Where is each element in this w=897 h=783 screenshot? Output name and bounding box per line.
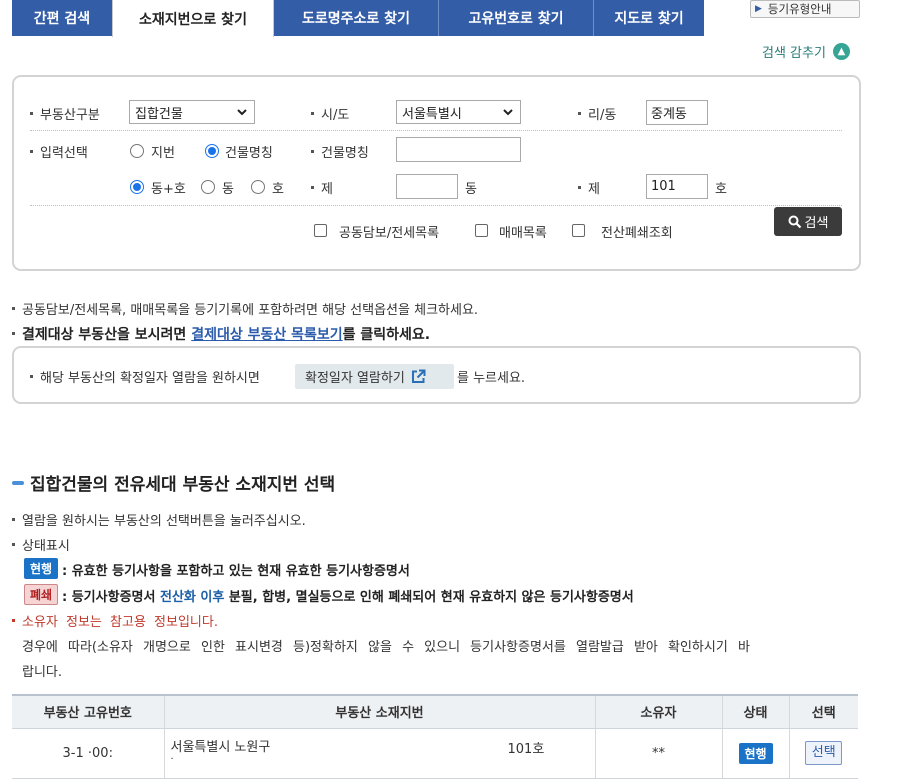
joint-collateral-label: 공동담보/전세목록 [339, 226, 440, 241]
cell-status: 현행 [721, 728, 789, 779]
radio-building-name[interactable] [205, 144, 219, 158]
payment-target-list-link[interactable]: 결제대상 부동산 목록보기 [191, 327, 342, 343]
owner-info-detail-line2: 랍니다. [22, 665, 63, 680]
external-link-icon [411, 369, 426, 383]
header-select: 선택 [788, 694, 858, 729]
header-address: 부동산 소재지번 [163, 694, 595, 729]
status-legend-label: 상태표시 [12, 535, 70, 554]
ho-number-input[interactable]: 101 [646, 174, 708, 199]
dong-suffix: 동 [465, 182, 477, 197]
status-current-description: : 유효한 등기사항을 포함하고 있는 현재 유효한 등기사항증명서 [62, 564, 410, 579]
radio-jibun-label: 지번 [151, 146, 175, 161]
option-note: 공동담보/전세목록, 매매목록을 등기기록에 포함하려면 해당 선택옵션을 체크… [12, 299, 478, 318]
chevron-up-icon: ▲ [832, 43, 850, 60]
radio-building-name-label: 건물명칭 [225, 146, 273, 161]
section-bar-icon [12, 480, 24, 485]
tab-jibun-search[interactable]: 소재지번으로 찾기 [112, 0, 274, 37]
chevron-down-icon [503, 109, 513, 116]
tab-unique-number-search[interactable]: 고유번호로 찾기 [439, 0, 593, 36]
search-button[interactable]: 검색 [774, 207, 842, 236]
property-table: 부동산 고유번호 부동산 소재지번 소유자 상태 선택 3-1 ·00: 서울특… [12, 694, 858, 779]
hide-search-toggle[interactable]: 검색 감추기 ▲ [762, 42, 850, 61]
radio-dong[interactable] [201, 180, 215, 194]
ri-dong-input[interactable]: 중계동 [646, 100, 708, 125]
triangle-right-icon: ▶ [755, 4, 762, 14]
confirmation-date-note: 해당 부동산의 확정일자 열람을 원하시면 [30, 367, 260, 386]
property-type-select[interactable]: 집합건물 [129, 100, 255, 124]
radio-ho[interactable] [251, 180, 265, 194]
header-status: 상태 [721, 694, 789, 729]
cell-owner: ** [594, 728, 722, 779]
building-name-label: 건물명칭 [311, 142, 369, 161]
ho-number-label: 제 [578, 178, 600, 197]
table-header-row: 부동산 고유번호 부동산 소재지번 소유자 상태 선택 [12, 694, 858, 729]
radio-dong-label: 동 [222, 182, 234, 197]
trade-list-checkbox[interactable] [475, 224, 488, 237]
dong-number-label: 제 [311, 178, 333, 197]
building-name-input[interactable] [396, 137, 521, 162]
sido-label: 시/도 [311, 104, 349, 123]
payment-target-note: 결제대상 부동산을 보시려면 결제대상 부동산 목록보기를 클릭하세요. [12, 324, 430, 344]
header-unique-number: 부동산 고유번호 [12, 694, 164, 729]
select-button[interactable]: 선택 [805, 741, 843, 765]
chevron-down-icon [237, 109, 247, 116]
radio-jibun[interactable] [130, 144, 144, 158]
property-type-label: 부동산구분 [30, 104, 100, 123]
owner-info-detail-line1: 경우에 따라(소유자 개명으로 인한 표시변경 등)정확하지 않을 수 있으니 … [22, 640, 750, 655]
tab-map-search[interactable]: 지도로 찾기 [594, 0, 704, 36]
status-badge: 현행 [738, 742, 773, 764]
ri-dong-label: 리/동 [578, 104, 616, 123]
section-title: 집합건물의 전유세대 부동산 소재지번 선택 [12, 470, 335, 495]
joint-collateral-checkbox[interactable] [314, 224, 327, 237]
closed-record-label: 전산폐쇄조회 [601, 226, 673, 241]
sido-select[interactable]: 서울특별시 [396, 100, 521, 124]
trade-list-label: 매매목록 [499, 226, 547, 241]
confirmation-date-suffix: 를 누르세요. [457, 371, 526, 386]
cell-address: 서울특별시 노원구 · 101호 [163, 728, 595, 779]
status-closed-description: : 등기사항증명서 전산화 이후 분필, 합병, 멸실등으로 인해 폐쇄되어 현… [62, 590, 634, 605]
header-owner: 소유자 [594, 694, 722, 729]
cell-unit: 101호 [507, 741, 545, 757]
radio-dong-ho[interactable] [130, 180, 144, 194]
registry-type-guide-button[interactable]: ▶ 등기유형안내 [750, 0, 860, 18]
tab-road-address-search[interactable]: 도로명주소로 찾기 [274, 0, 438, 36]
status-badge-current: 현행 [24, 558, 58, 579]
ho-suffix: 호 [715, 182, 727, 197]
tab-simple-search[interactable]: 간편 검색 [12, 0, 112, 36]
input-select-label: 입력선택 [30, 142, 88, 161]
select-instruction: 열람을 원하시는 부동산의 선택버튼을 눌러주십시오. [12, 510, 306, 529]
radio-ho-label: 호 [272, 182, 284, 197]
closed-record-checkbox[interactable] [572, 224, 585, 237]
dong-number-input[interactable] [396, 174, 458, 199]
cell-select: 선택 [788, 728, 858, 779]
cell-unique-number: 3-1 ·00: [12, 728, 164, 779]
confirmation-date-view-button[interactable]: 확정일자 열람하기 [295, 364, 454, 389]
search-icon [788, 215, 801, 228]
owner-info-note: 소유자 정보는 참고용 정보입니다. [12, 611, 218, 630]
table-row: 3-1 ·00: 서울특별시 노원구 · 101호 ** 현행 선택 [12, 728, 858, 779]
radio-dong-ho-label: 동+호 [151, 182, 186, 197]
status-badge-closed: 폐쇄 [24, 584, 58, 605]
